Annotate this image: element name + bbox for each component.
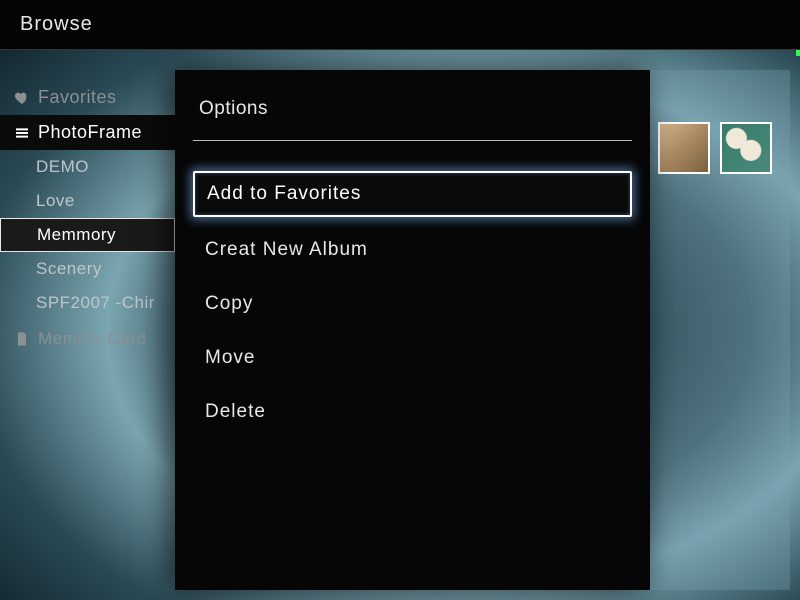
photo-thumbnail[interactable] — [720, 122, 772, 174]
sidebar-album-label: DEMO — [36, 157, 89, 177]
option-label: Add to Favorites — [207, 183, 361, 204]
option-label: Delete — [205, 401, 266, 422]
main-area: Favorites PhotoFrame DEMO Love Memmory S… — [0, 50, 800, 600]
option-label: Creat New Album — [205, 239, 368, 260]
sidebar-album-item[interactable]: Love — [0, 184, 175, 218]
sidebar-item-label: PhotoFrame — [38, 122, 142, 143]
sidebar: Favorites PhotoFrame DEMO Love Memmory S… — [0, 80, 175, 356]
option-move[interactable]: Move — [193, 337, 632, 379]
sidebar-item-memorycard[interactable]: Memory Card — [0, 322, 175, 356]
card-icon — [14, 331, 30, 347]
option-delete[interactable]: Delete — [193, 391, 632, 433]
option-copy[interactable]: Copy — [193, 283, 632, 325]
menu-icon — [14, 125, 30, 141]
sidebar-album-label: SPF2007 -Chir — [36, 293, 155, 313]
sidebar-album-item[interactable]: SPF2007 -Chir — [0, 286, 175, 320]
popup-title: Options — [193, 70, 632, 141]
heart-icon — [14, 90, 30, 106]
sidebar-item-favorites[interactable]: Favorites — [0, 80, 175, 115]
options-popup: Options Add to Favorites Creat New Album… — [175, 70, 650, 590]
page-title: Browse — [20, 13, 93, 36]
sidebar-album-label: Love — [36, 191, 75, 211]
title-bar: Browse — [0, 0, 800, 50]
option-label: Copy — [205, 293, 253, 314]
option-label: Move — [205, 347, 255, 368]
option-add-to-favorites[interactable]: Add to Favorites — [193, 171, 632, 217]
sidebar-album-item[interactable]: Scenery — [0, 252, 175, 286]
sidebar-album-item[interactable]: DEMO — [0, 150, 175, 184]
sidebar-item-photoframe[interactable]: PhotoFrame — [0, 115, 175, 150]
sidebar-album-label: Scenery — [36, 259, 102, 279]
photo-thumbnail[interactable] — [658, 122, 710, 174]
option-create-new-album[interactable]: Creat New Album — [193, 229, 632, 271]
sidebar-item-label: Memory Card — [38, 329, 146, 349]
sidebar-item-label: Favorites — [38, 87, 117, 108]
sidebar-album-item-selected[interactable]: Memmory — [0, 218, 175, 252]
sidebar-album-label: Memmory — [37, 225, 116, 245]
